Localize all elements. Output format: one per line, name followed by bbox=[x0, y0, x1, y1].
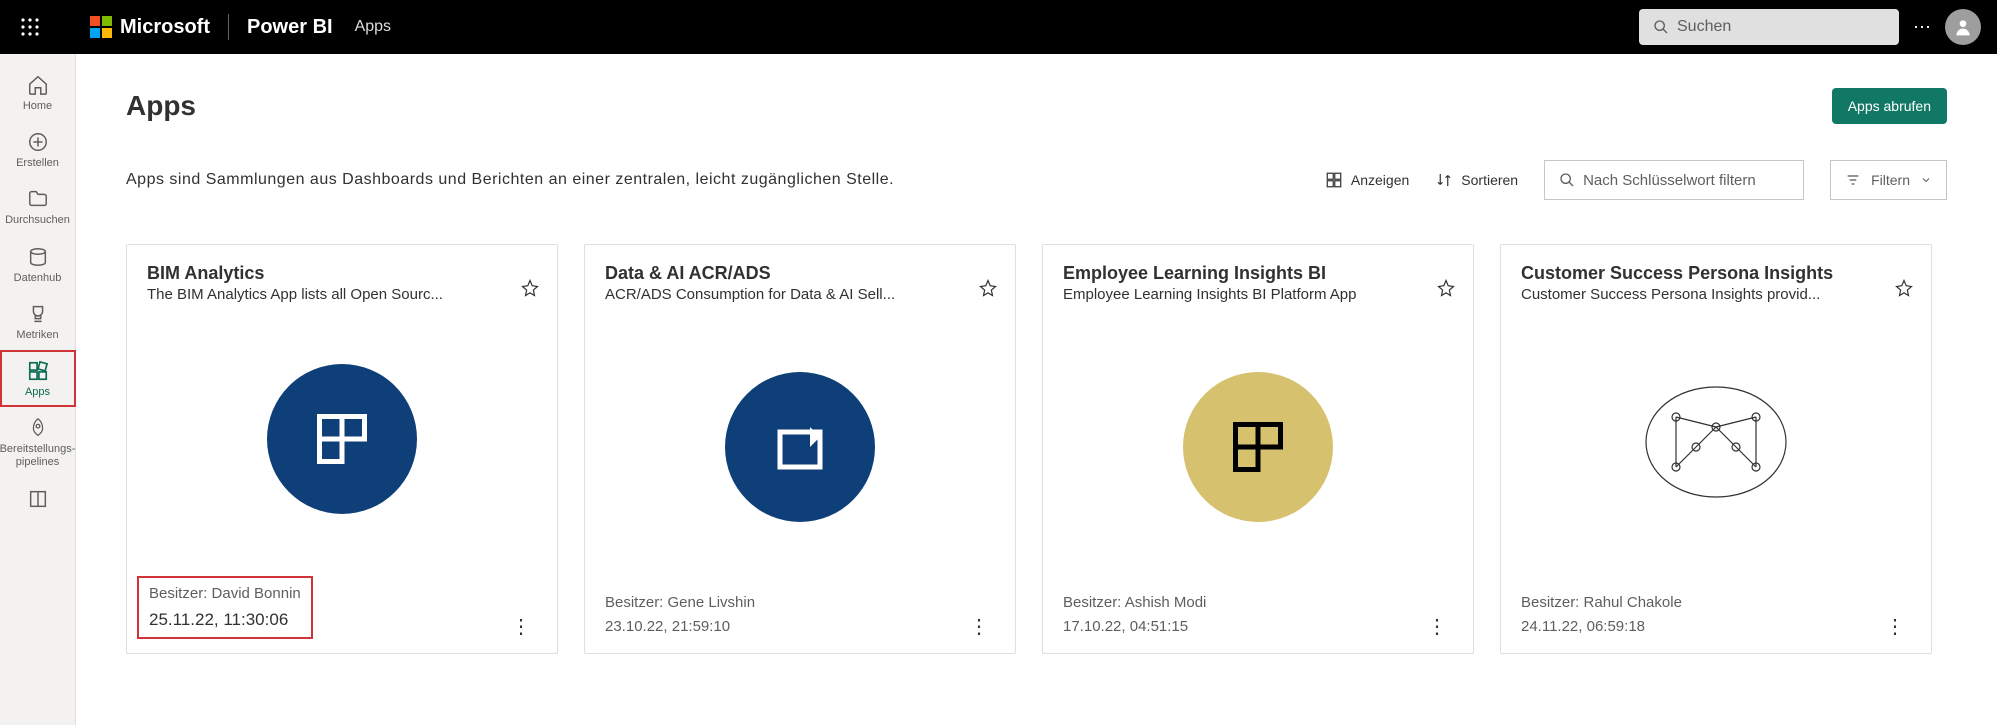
plus-circle-icon bbox=[27, 131, 49, 153]
more-options-button[interactable]: ⋯ bbox=[1899, 17, 1945, 38]
favorite-button[interactable] bbox=[1895, 279, 1913, 302]
home-icon bbox=[27, 74, 49, 96]
timestamp-label: 24.11.22, 06:59:18 bbox=[1521, 615, 1682, 639]
left-nav-rail: Home Erstellen Durchsuchen Datenhub Metr… bbox=[0, 54, 76, 725]
card-thumbnail bbox=[1521, 303, 1911, 591]
view-toggle[interactable]: Anzeigen bbox=[1325, 171, 1409, 189]
owner-label: Besitzer: David Bonnin bbox=[149, 582, 301, 606]
nav-create[interactable]: Erstellen bbox=[0, 121, 76, 178]
nav-datahub[interactable]: Datenhub bbox=[0, 236, 76, 293]
cards-grid: BIM Analytics The BIM Analytics App lists… bbox=[126, 244, 1947, 654]
favorite-button[interactable] bbox=[521, 279, 539, 302]
app-card[interactable]: Customer Success Persona Insights Custome… bbox=[1500, 244, 1932, 654]
star-icon bbox=[1437, 279, 1455, 297]
nav-pipelines[interactable]: Bereitstellungs- pipelines bbox=[0, 407, 76, 477]
page-description: Apps sind Sammlungen aus Dashboards und … bbox=[126, 171, 894, 189]
book-icon bbox=[27, 488, 49, 510]
get-apps-button[interactable]: Apps abrufen bbox=[1832, 88, 1947, 124]
main-content: Apps Apps abrufen Apps sind Sammlungen a… bbox=[76, 54, 1997, 725]
card-subtitle: The BIM Analytics App lists all Open Sou… bbox=[147, 286, 507, 303]
owner-block: Besitzer: David Bonnin25.11.22, 11:30:06 bbox=[137, 576, 313, 639]
page-header: Apps Apps abrufen bbox=[126, 88, 1947, 124]
card-subtitle: Customer Success Persona Insights provid… bbox=[1521, 286, 1881, 303]
card-thumbnail bbox=[147, 303, 537, 576]
app-launcher-icon[interactable] bbox=[10, 18, 50, 36]
page-title: Apps bbox=[126, 90, 196, 122]
folder-icon bbox=[27, 188, 49, 210]
star-icon bbox=[979, 279, 997, 297]
sort-button[interactable]: Sortieren bbox=[1435, 171, 1518, 189]
microsoft-logo: Microsoft bbox=[90, 16, 210, 39]
owner-label: Besitzer: Rahul Chakole bbox=[1521, 591, 1682, 615]
card-more-button[interactable]: ⋮ bbox=[1421, 614, 1453, 639]
sort-icon bbox=[1435, 171, 1453, 189]
nav-extra[interactable] bbox=[0, 478, 76, 522]
card-footer: Besitzer: David Bonnin25.11.22, 11:30:06… bbox=[147, 576, 537, 639]
search-icon bbox=[1653, 19, 1669, 35]
card-thumbnail bbox=[1063, 303, 1453, 591]
card-title: Data & AI ACR/ADS bbox=[605, 263, 995, 284]
favorite-button[interactable] bbox=[1437, 279, 1455, 302]
card-footer: Besitzer: Ashish Modi17.10.22, 04:51:15 ⋮ bbox=[1063, 591, 1453, 639]
favorite-button[interactable] bbox=[979, 279, 997, 302]
brand-label: Microsoft bbox=[120, 16, 210, 39]
topbar: Microsoft Power BI Apps Suchen ⋯ bbox=[0, 0, 1997, 54]
star-icon bbox=[1895, 279, 1913, 297]
search-icon bbox=[1559, 172, 1575, 188]
owner-label: Besitzer: Gene Livshin bbox=[605, 591, 755, 615]
card-title: BIM Analytics bbox=[147, 263, 537, 284]
card-more-button[interactable]: ⋮ bbox=[505, 614, 537, 639]
account-avatar[interactable] bbox=[1945, 9, 1981, 45]
owner-block: Besitzer: Rahul Chakole24.11.22, 06:59:1… bbox=[1521, 591, 1682, 639]
product-label[interactable]: Power BI bbox=[247, 16, 333, 39]
card-footer: Besitzer: Rahul Chakole24.11.22, 06:59:1… bbox=[1521, 591, 1911, 639]
card-subtitle: ACR/ADS Consumption for Data & AI Sell..… bbox=[605, 286, 965, 303]
owner-label: Besitzer: Ashish Modi bbox=[1063, 591, 1206, 615]
divider bbox=[228, 14, 229, 40]
card-thumbnail bbox=[605, 303, 995, 591]
search-placeholder: Suchen bbox=[1677, 18, 1731, 36]
keyword-filter-input[interactable]: Nach Schlüsselwort filtern bbox=[1544, 160, 1804, 200]
card-footer: Besitzer: Gene Livshin23.10.22, 21:59:10… bbox=[605, 591, 995, 639]
nav-home[interactable]: Home bbox=[0, 64, 76, 121]
database-icon bbox=[27, 246, 49, 268]
timestamp-label: 25.11.22, 11:30:06 bbox=[149, 606, 301, 633]
app-card[interactable]: BIM Analytics The BIM Analytics App lists… bbox=[126, 244, 558, 654]
card-more-button[interactable]: ⋮ bbox=[963, 614, 995, 639]
nav-metrics[interactable]: Metriken bbox=[0, 293, 76, 350]
chevron-down-icon bbox=[1920, 174, 1932, 186]
filter-dropdown[interactable]: Filtern bbox=[1830, 160, 1947, 200]
card-subtitle: Employee Learning Insights BI Platform A… bbox=[1063, 286, 1423, 303]
microsoft-logo-icon bbox=[90, 16, 112, 38]
card-more-button[interactable]: ⋮ bbox=[1879, 614, 1911, 639]
owner-block: Besitzer: Gene Livshin23.10.22, 21:59:10 bbox=[605, 591, 755, 639]
timestamp-label: 23.10.22, 21:59:10 bbox=[605, 615, 755, 639]
star-icon bbox=[521, 279, 539, 297]
filter-icon bbox=[1845, 172, 1861, 188]
nav-browse[interactable]: Durchsuchen bbox=[0, 178, 76, 235]
app-card[interactable]: Data & AI ACR/ADS ACR/ADS Consumption for… bbox=[584, 244, 1016, 654]
card-title: Employee Learning Insights BI bbox=[1063, 263, 1453, 284]
rocket-icon bbox=[27, 417, 49, 439]
trophy-icon bbox=[27, 303, 49, 325]
toolbar-row: Apps sind Sammlungen aus Dashboards und … bbox=[126, 160, 1947, 200]
card-title: Customer Success Persona Insights bbox=[1521, 263, 1911, 284]
owner-block: Besitzer: Ashish Modi17.10.22, 04:51:15 bbox=[1063, 591, 1206, 639]
nav-apps[interactable]: Apps bbox=[0, 350, 76, 407]
app-card[interactable]: Employee Learning Insights BI Employee Le… bbox=[1042, 244, 1474, 654]
section-label: Apps bbox=[355, 18, 391, 36]
timestamp-label: 17.10.22, 04:51:15 bbox=[1063, 615, 1206, 639]
grid-view-icon bbox=[1325, 171, 1343, 189]
apps-icon bbox=[27, 360, 49, 382]
global-search-input[interactable]: Suchen bbox=[1639, 9, 1899, 45]
person-icon bbox=[1953, 17, 1973, 37]
